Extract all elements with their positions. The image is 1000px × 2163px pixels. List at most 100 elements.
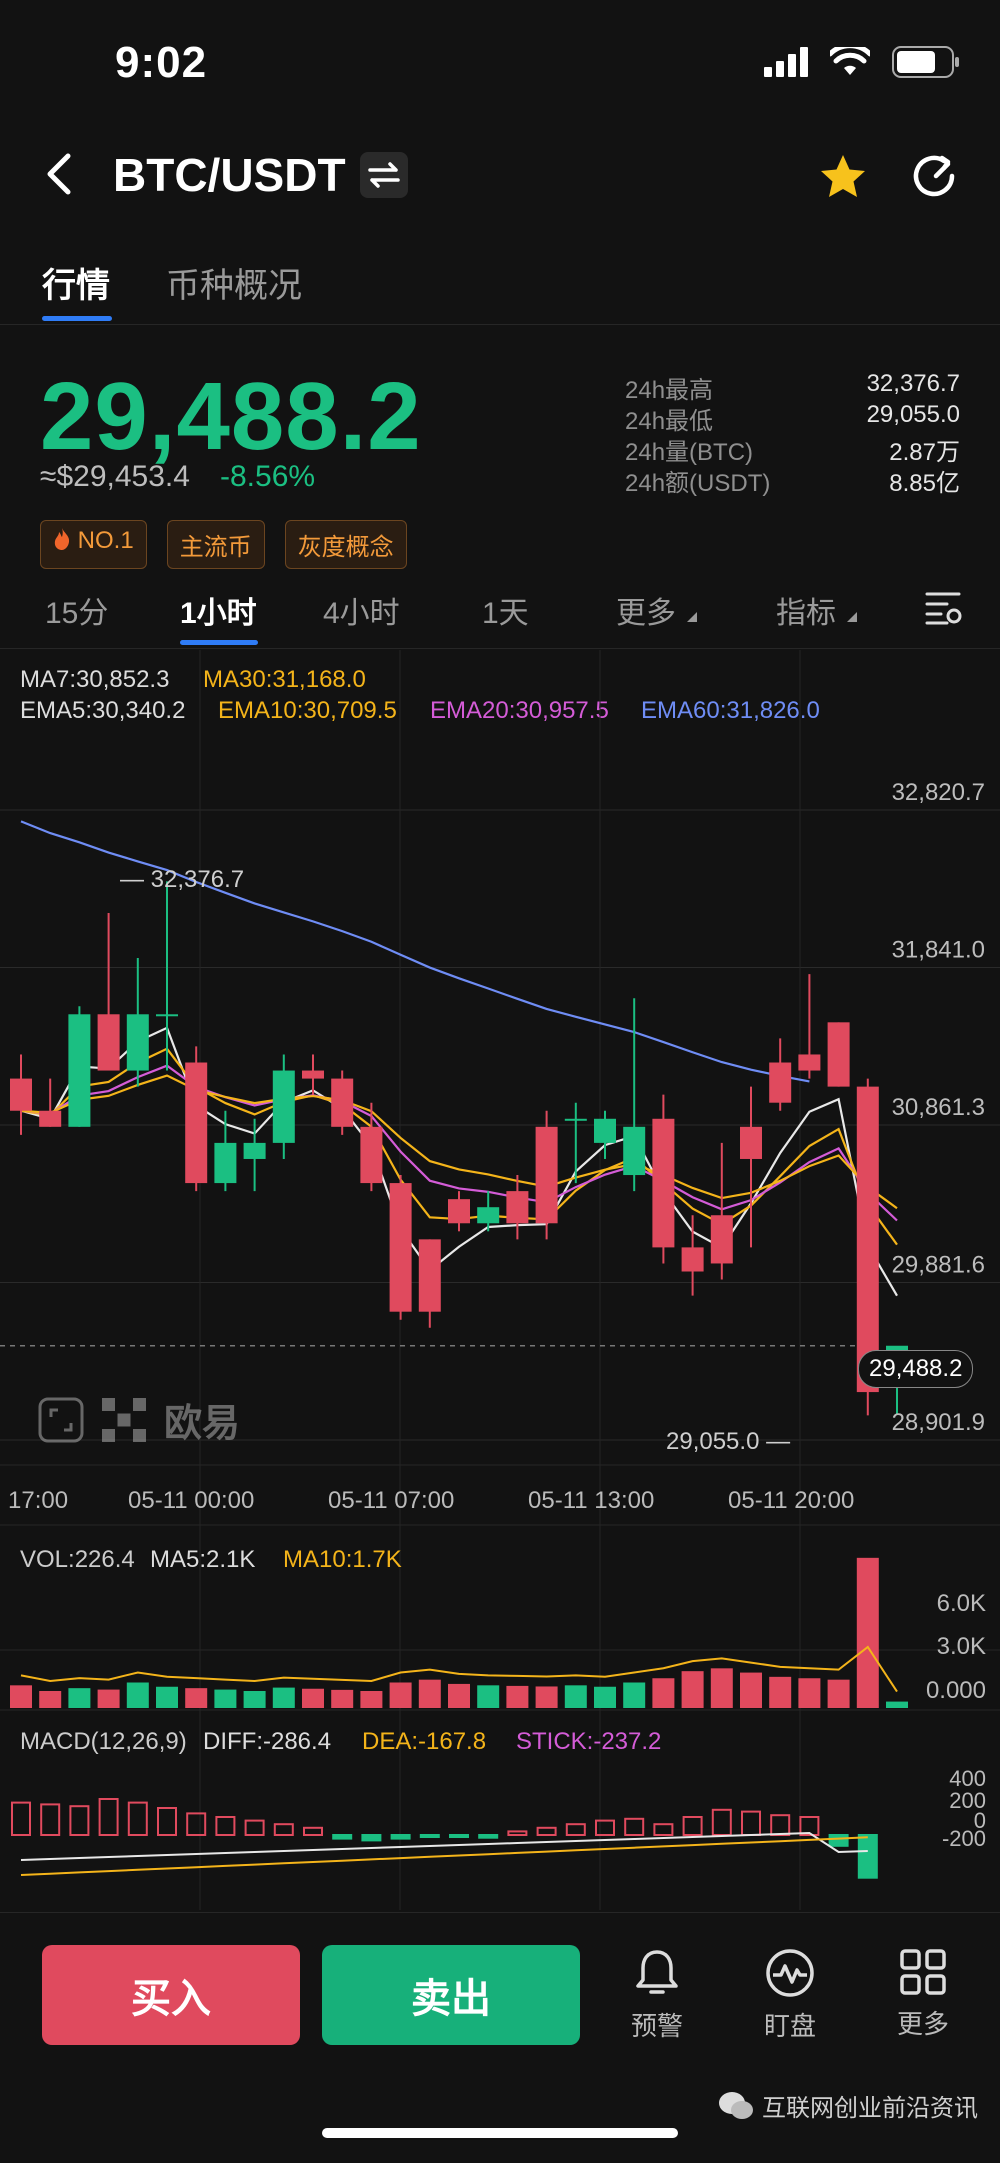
volume-bar: [769, 1676, 792, 1708]
tab-overview[interactable]: 币种概况: [166, 258, 302, 307]
macd-title: MACD(12,26,9): [20, 1728, 187, 1755]
volume-bar: [477, 1685, 500, 1708]
swap-icon: [368, 162, 400, 188]
swap-pair-button[interactable]: [360, 152, 408, 198]
favorite-star-icon[interactable]: [818, 152, 868, 202]
macd-bar: [244, 1819, 265, 1836]
candle-body: [360, 1126, 383, 1184]
volume-bar: [886, 1701, 908, 1708]
stat-row: 24h最高 32,376.7: [625, 370, 960, 404]
volume-bar: [827, 1679, 850, 1708]
price-tick: 29,881.6: [892, 1252, 985, 1279]
tag-gray[interactable]: 灰度概念: [284, 520, 407, 569]
macd-bar: [419, 1834, 440, 1838]
candle-body: [331, 1078, 354, 1127]
volume-bar: [39, 1691, 62, 1708]
macd-bar: [828, 1834, 849, 1847]
stats-panel: 24h最高 32,376.7 24h最低 29,055.0 24h量(BTC) 2.8…: [625, 370, 960, 497]
macd-bar: [390, 1834, 411, 1840]
triangle-icon: [847, 612, 858, 622]
interval-more[interactable]: 更多: [616, 588, 698, 632]
bell-icon: [636, 1950, 678, 1994]
grid-icon: [900, 1949, 946, 1995]
macd-bars: [11, 1798, 878, 1879]
volume-bar: [185, 1688, 208, 1708]
vol-tick: 6.0K: [936, 1590, 986, 1617]
stat-label: 24h最低: [625, 408, 714, 435]
macd-dea: DEA:-167.8: [362, 1728, 487, 1755]
buy-button[interactable]: 买入: [42, 1945, 300, 2045]
price-tick: 32,820.7: [892, 779, 985, 806]
interval-1h[interactable]: 1小时: [180, 588, 257, 632]
macd-bar: [536, 1826, 557, 1837]
nav-more[interactable]: 更多: [878, 1948, 968, 2041]
back-icon[interactable]: [42, 150, 76, 198]
volume-bar: [710, 1668, 733, 1708]
x-tick: 05-11 13:00: [528, 1487, 655, 1514]
volume-bar: [302, 1688, 324, 1708]
candlestick-chart[interactable]: 32,820.7 31,841.0 30,861.3 29,881.6 28,901.9: [0, 650, 1000, 1910]
candle-body: [856, 1086, 879, 1393]
tab-divider: [0, 324, 1000, 325]
home-indicator: [322, 2128, 678, 2138]
bottom-divider: [0, 1912, 1000, 1913]
stat-row: 24h量(BTC) 2.87万: [625, 432, 960, 466]
volume-bar: [97, 1689, 120, 1708]
interval-more-label: 更多: [616, 597, 676, 630]
candle-body: [243, 1142, 266, 1159]
battery-icon: [892, 46, 959, 78]
macd-bar: [127, 1801, 148, 1836]
macd-bar: [595, 1819, 615, 1836]
candle-body: [681, 1247, 704, 1272]
macd-bar: [69, 1805, 90, 1836]
volume-bars: [10, 1557, 908, 1708]
candle-body: [564, 1118, 587, 1121]
pair-title[interactable]: BTC/USDT: [113, 148, 346, 202]
volume-bar: [623, 1682, 646, 1708]
volume-bar: [389, 1682, 412, 1708]
brand-watermark: 欧易: [38, 1392, 240, 1447]
macd-tick: -200: [941, 1826, 986, 1851]
interval-15m[interactable]: 15分: [45, 588, 108, 632]
candle-body: [506, 1191, 529, 1224]
volume-bar: [856, 1557, 879, 1708]
sell-button[interactable]: 卖出: [322, 1945, 580, 2045]
vol-ma5-label: MA5:2.1K: [150, 1546, 256, 1573]
x-tick: 17:00: [8, 1487, 69, 1514]
nav-alert[interactable]: 预警: [612, 1948, 702, 2043]
x-tick: 05-11 20:00: [728, 1487, 855, 1514]
status-icons: [764, 46, 960, 78]
volume-bar: [652, 1678, 675, 1708]
stat-row: 24h最低 29,055.0: [625, 401, 960, 435]
volume-bar: [360, 1691, 383, 1708]
refresh-icon[interactable]: [908, 150, 960, 202]
volume-bar: [243, 1691, 266, 1708]
tag-main[interactable]: 主流币: [166, 520, 265, 569]
candle-body: [214, 1142, 237, 1184]
stat-value: 29,055.0: [866, 401, 960, 428]
signal-icon: [764, 47, 808, 77]
chart-grid: [0, 650, 1000, 1910]
candle-body: [535, 1126, 558, 1224]
candle-body: [652, 1118, 675, 1248]
candle-body: [477, 1207, 500, 1224]
fullscreen-icon[interactable]: [38, 1397, 84, 1443]
macd-bar: [157, 1807, 177, 1836]
candle-body: [39, 1110, 62, 1127]
interval-1d[interactable]: 1天: [482, 588, 529, 632]
interval-indicators-label: 指标: [776, 597, 836, 630]
volume-bar: [564, 1685, 587, 1708]
candle-body: [740, 1126, 762, 1159]
interval-indicators[interactable]: 指标: [776, 588, 858, 632]
macd-bar: [565, 1823, 586, 1836]
macd-bar: [770, 1814, 791, 1836]
chart-settings-icon[interactable]: [925, 590, 963, 626]
macd-bar: [741, 1810, 761, 1836]
nav-watch-label: 盯盘: [763, 2011, 816, 2041]
tag-no1[interactable]: NO.1: [40, 520, 147, 569]
nav-watch[interactable]: 盯盘: [745, 1948, 835, 2043]
tab-market[interactable]: 行情: [42, 258, 110, 307]
interval-4h[interactable]: 4小时: [323, 588, 400, 632]
volume-bar: [535, 1686, 558, 1708]
candle-body: [389, 1183, 412, 1312]
